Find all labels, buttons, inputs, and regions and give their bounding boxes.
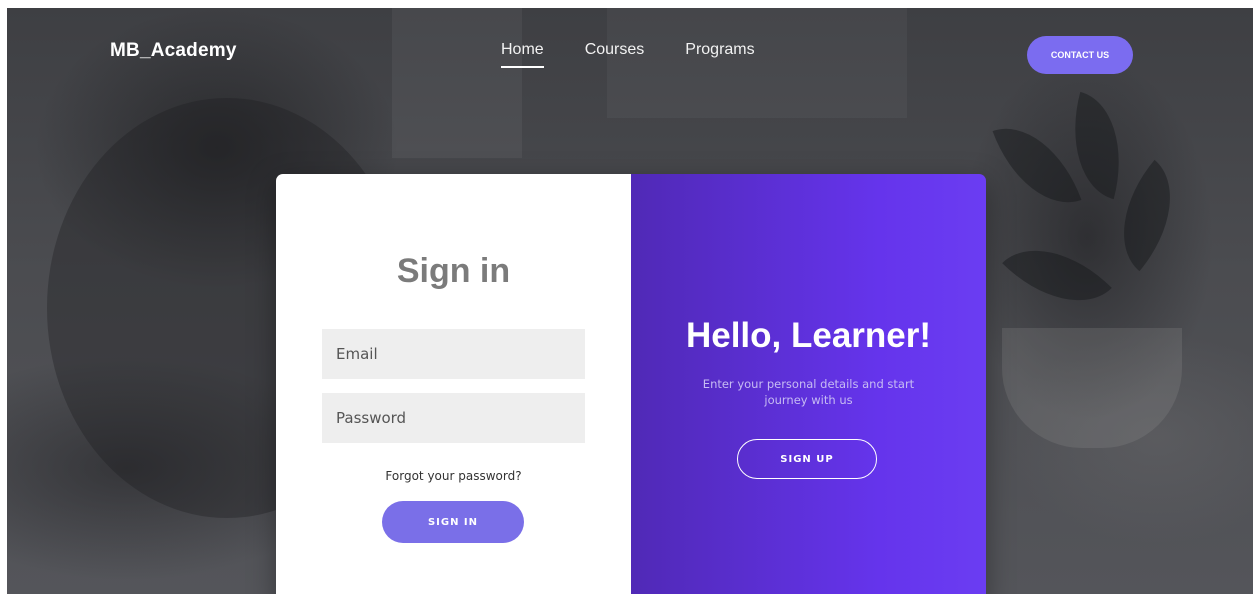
- welcome-subtitle: Enter your personal details and start jo…: [702, 377, 915, 407]
- welcome-title: Hello, Learner!: [685, 316, 932, 355]
- email-input[interactable]: [322, 329, 585, 379]
- background-leaf-shape: [1002, 220, 1112, 331]
- brand-logo[interactable]: MB_Academy: [110, 40, 237, 62]
- contact-us-button[interactable]: CONTACT US: [1027, 36, 1133, 74]
- sign-in-button[interactable]: SIGN IN: [382, 501, 524, 543]
- forgot-password-link[interactable]: Forgot your password?: [276, 469, 631, 483]
- background-shelf-shape: [392, 8, 522, 158]
- background-pot-shape: [1002, 328, 1182, 448]
- nav-link-courses[interactable]: Courses: [585, 41, 645, 68]
- nav-link-programs[interactable]: Programs: [685, 41, 754, 68]
- main-nav: Home Courses Programs: [501, 41, 796, 68]
- auth-card: Sign in Forgot your password? SIGN IN He…: [276, 174, 986, 594]
- sign-in-panel: Sign in Forgot your password? SIGN IN: [276, 174, 631, 594]
- background-leaf-shape: [992, 110, 1082, 221]
- sign-up-button[interactable]: SIGN UP: [737, 439, 877, 479]
- welcome-panel: Hello, Learner! Enter your personal deta…: [631, 174, 986, 594]
- nav-link-home[interactable]: Home: [501, 41, 544, 68]
- sign-in-title: Sign in: [396, 252, 511, 290]
- hero-background: MB_Academy Home Courses Programs CONTACT…: [7, 8, 1253, 594]
- password-input[interactable]: [322, 393, 585, 443]
